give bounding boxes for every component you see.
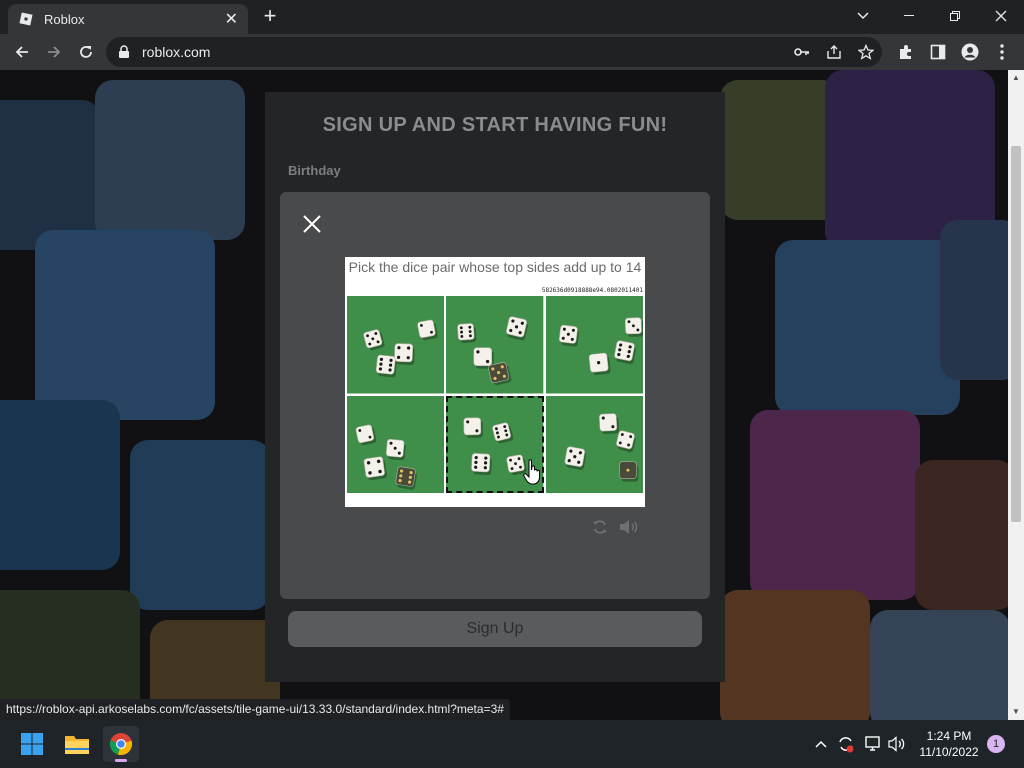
side-panel-button[interactable]	[924, 38, 952, 66]
new-tab-button[interactable]: +	[258, 5, 282, 29]
clock-time: 1:24 PM	[926, 729, 972, 743]
address-bar[interactable]: roblox.com	[106, 37, 882, 67]
dice-image	[347, 296, 445, 394]
profile-button[interactable]	[956, 38, 984, 66]
dice-image	[545, 395, 643, 493]
back-button[interactable]	[8, 38, 36, 66]
reload-button[interactable]	[72, 38, 100, 66]
arrow-right-icon	[48, 46, 61, 58]
tab-close-icon[interactable]: ✕	[225, 9, 238, 29]
signup-title: SIGN UP AND START HAVING FUN!	[322, 114, 668, 136]
extensions-button[interactable]	[892, 38, 920, 66]
minimize-button[interactable]	[886, 4, 932, 28]
dice-option-6[interactable]	[545, 395, 643, 493]
browser-menu-button[interactable]	[988, 38, 1016, 66]
dice-image	[446, 296, 544, 394]
dice-option-2[interactable]	[446, 296, 544, 394]
person-icon	[961, 43, 979, 61]
browser-toolbar: roblox.com	[0, 34, 1024, 70]
network-icon[interactable]	[862, 734, 882, 754]
forward-button[interactable]	[40, 38, 68, 66]
dice-option-3[interactable]	[545, 296, 643, 394]
scroll-up-arrow-icon[interactable]: ▲	[1008, 70, 1024, 86]
scrollbar-thumb[interactable]	[1011, 146, 1021, 522]
reload-icon	[80, 46, 92, 58]
dice-image	[446, 395, 544, 493]
start-button[interactable]	[14, 726, 50, 762]
dice-option-1[interactable]	[347, 296, 445, 394]
key-icon[interactable]	[792, 42, 812, 62]
windows-taskbar: 1:24 PM 11/10/2022 1	[0, 720, 1024, 768]
tab-title: Roblox	[44, 11, 85, 27]
speaker-icon[interactable]	[618, 516, 640, 538]
dice-tile-grid	[347, 296, 643, 493]
show-hidden-icons-chevron-icon[interactable]	[811, 734, 831, 754]
clock-date: 11/10/2022	[919, 745, 979, 759]
captcha-session-id: 582636d0918888e94.0802011401	[541, 287, 643, 294]
lock-icon[interactable]	[118, 45, 130, 59]
tab-strip: Roblox ✕ +	[0, 0, 1024, 34]
birthday-label: Birthday	[288, 163, 341, 178]
chrome-taskbar-button[interactable]	[103, 726, 139, 762]
arrow-left-icon	[15, 46, 28, 58]
chrome-logo-icon	[109, 733, 133, 756]
restore-button[interactable]	[932, 4, 978, 28]
windows-logo-icon	[21, 733, 43, 755]
dice-option-4[interactable]	[347, 395, 445, 493]
star-icon[interactable]	[856, 42, 876, 62]
close-icon[interactable]	[302, 214, 322, 234]
window-close-button[interactable]	[978, 4, 1024, 28]
sign-up-button[interactable]: Sign Up	[288, 611, 702, 647]
kebab-menu-icon	[1000, 44, 1004, 60]
file-explorer-button[interactable]	[59, 726, 95, 762]
active-app-indicator	[115, 759, 127, 762]
scroll-down-arrow-icon[interactable]: ▼	[1008, 704, 1024, 720]
taskbar-clock[interactable]: 1:24 PM 11/10/2022	[916, 728, 982, 760]
captcha-prompt: Pick the dice pair whose top sides add u…	[348, 259, 642, 275]
refresh-icon[interactable]	[589, 516, 611, 538]
page-scrollbar[interactable]: ▲ ▼	[1008, 70, 1024, 720]
captcha-modal: Pick the dice pair whose top sides add u…	[280, 192, 710, 599]
folder-icon	[65, 736, 89, 754]
sync-icon[interactable]	[836, 734, 856, 754]
browser-tab[interactable]: Roblox ✕	[8, 4, 248, 34]
dice-image	[347, 395, 445, 493]
puzzle-icon	[900, 45, 911, 59]
side-panel-icon	[930, 44, 946, 60]
share-icon[interactable]	[824, 42, 844, 62]
address-text: roblox.com	[142, 44, 211, 60]
dice-option-5[interactable]	[446, 395, 544, 493]
page-viewport: SIGN UP AND START HAVING FUN! Birthday S…	[0, 70, 1008, 720]
roblox-logo-icon	[19, 12, 33, 26]
link-status-bubble: https://roblox-api.arkoselabs.com/fc/ass…	[0, 699, 510, 720]
notification-badge[interactable]: 1	[987, 735, 1005, 753]
tab-search-chevron-icon[interactable]	[840, 4, 886, 28]
captcha-challenge: Pick the dice pair whose top sides add u…	[345, 257, 645, 507]
dice-image	[545, 296, 643, 394]
volume-icon[interactable]	[887, 734, 907, 754]
